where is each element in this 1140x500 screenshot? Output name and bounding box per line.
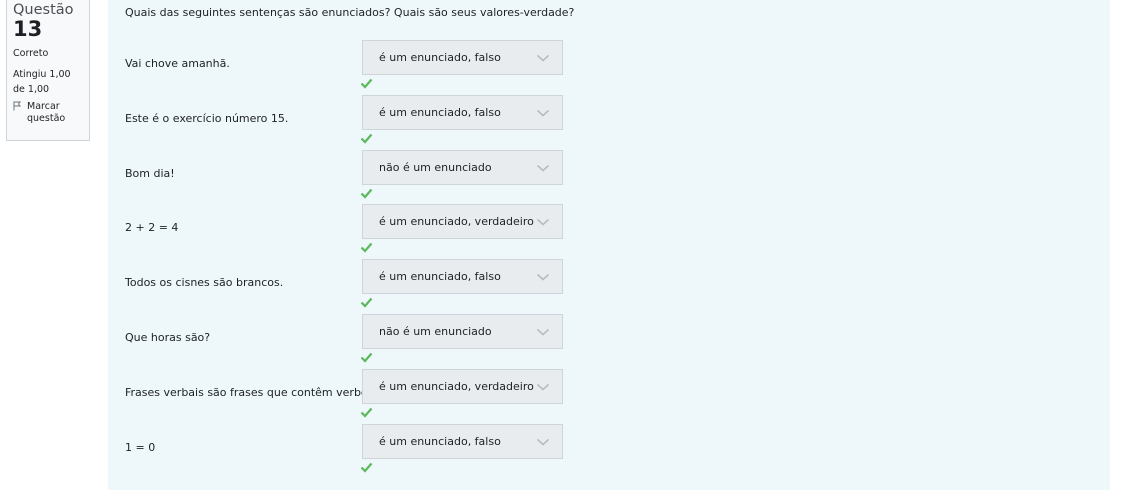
answer-selected-value: não é um enunciado — [379, 161, 492, 174]
statement-text: 1 = 0 — [125, 441, 156, 454]
check-icon — [360, 78, 373, 89]
statement-text: 2 + 2 = 4 — [125, 221, 179, 234]
match-row: Todos os cisnes são brancos. é um enunci… — [108, 259, 1110, 315]
chevron-down-icon — [536, 273, 550, 281]
chevron-down-icon — [536, 109, 550, 117]
chevron-down-icon — [536, 328, 550, 336]
match-row: Vai chove amanhã. é um enunciado, falso — [108, 40, 1110, 96]
match-row: Este é o exercício número 15. é um enunc… — [108, 95, 1110, 151]
answer-select[interactable]: é um enunciado, verdadeiro — [362, 204, 563, 239]
answer-selected-value: é um enunciado, falso — [379, 106, 501, 119]
answer-select[interactable]: é um enunciado, falso — [362, 95, 563, 130]
match-row: 1 = 0 é um enunciado, falso — [108, 424, 1110, 480]
answer-select[interactable]: não é um enunciado — [362, 150, 563, 185]
answer-select[interactable]: é um enunciado, falso — [362, 424, 563, 459]
question-content: Quais das seguintes sentenças são enunci… — [108, 0, 1110, 490]
statement-text: Que horas são? — [125, 331, 211, 344]
answer-select[interactable]: é um enunciado, verdadeiro — [362, 369, 563, 404]
answer-selected-value: não é um enunciado — [379, 325, 492, 338]
check-icon — [360, 242, 373, 253]
statement-text: Vai chove amanhã. — [125, 57, 230, 70]
question-state: Correto — [13, 48, 49, 59]
check-icon — [360, 407, 373, 418]
question-label: Questão — [13, 2, 74, 18]
flag-icon — [13, 101, 24, 125]
answer-selected-value: é um enunciado, falso — [379, 435, 501, 448]
chevron-down-icon — [536, 54, 550, 62]
answer-selected-value: é um enunciado, falso — [379, 51, 501, 64]
answer-selected-value: é um enunciado, verdadeiro — [379, 215, 534, 228]
flag-question-link[interactable]: Marcar questão — [13, 101, 85, 125]
question-text: Quais das seguintes sentenças são enunci… — [125, 6, 575, 19]
match-row: Que horas são? não é um enunciado — [108, 314, 1110, 370]
chevron-down-icon — [536, 383, 550, 391]
check-icon — [360, 462, 373, 473]
answer-select[interactable]: é um enunciado, falso — [362, 259, 563, 294]
question-grade: Atingiu 1,00 de 1,00 — [13, 69, 71, 95]
chevron-down-icon — [536, 438, 550, 446]
statement-text: Todos os cisnes são brancos. — [125, 276, 284, 289]
match-row: 2 + 2 = 4 é um enunciado, verdadeiro — [108, 204, 1110, 260]
chevron-down-icon — [536, 164, 550, 172]
statement-text: Frases verbais são frases que contêm ver… — [125, 386, 377, 399]
check-icon — [360, 297, 373, 308]
match-row: Frases verbais são frases que contêm ver… — [108, 369, 1110, 425]
question-number: 13 — [13, 17, 43, 41]
answer-select[interactable]: não é um enunciado — [362, 314, 563, 349]
check-icon — [360, 188, 373, 199]
statement-text: Este é o exercício número 15. — [125, 112, 289, 125]
check-icon — [360, 133, 373, 144]
chevron-down-icon — [536, 218, 550, 226]
flag-question-label: Marcar questão — [27, 101, 66, 124]
question-info: Questão 13 Correto Atingiu 1,00 de 1,00 … — [6, 0, 90, 141]
answer-selected-value: é um enunciado, falso — [379, 270, 501, 283]
check-icon — [360, 352, 373, 363]
match-row: Bom dia! não é um enunciado — [108, 150, 1110, 206]
answer-select[interactable]: é um enunciado, falso — [362, 40, 563, 75]
statement-text: Bom dia! — [125, 167, 175, 180]
answer-selected-value: é um enunciado, verdadeiro — [379, 380, 534, 393]
